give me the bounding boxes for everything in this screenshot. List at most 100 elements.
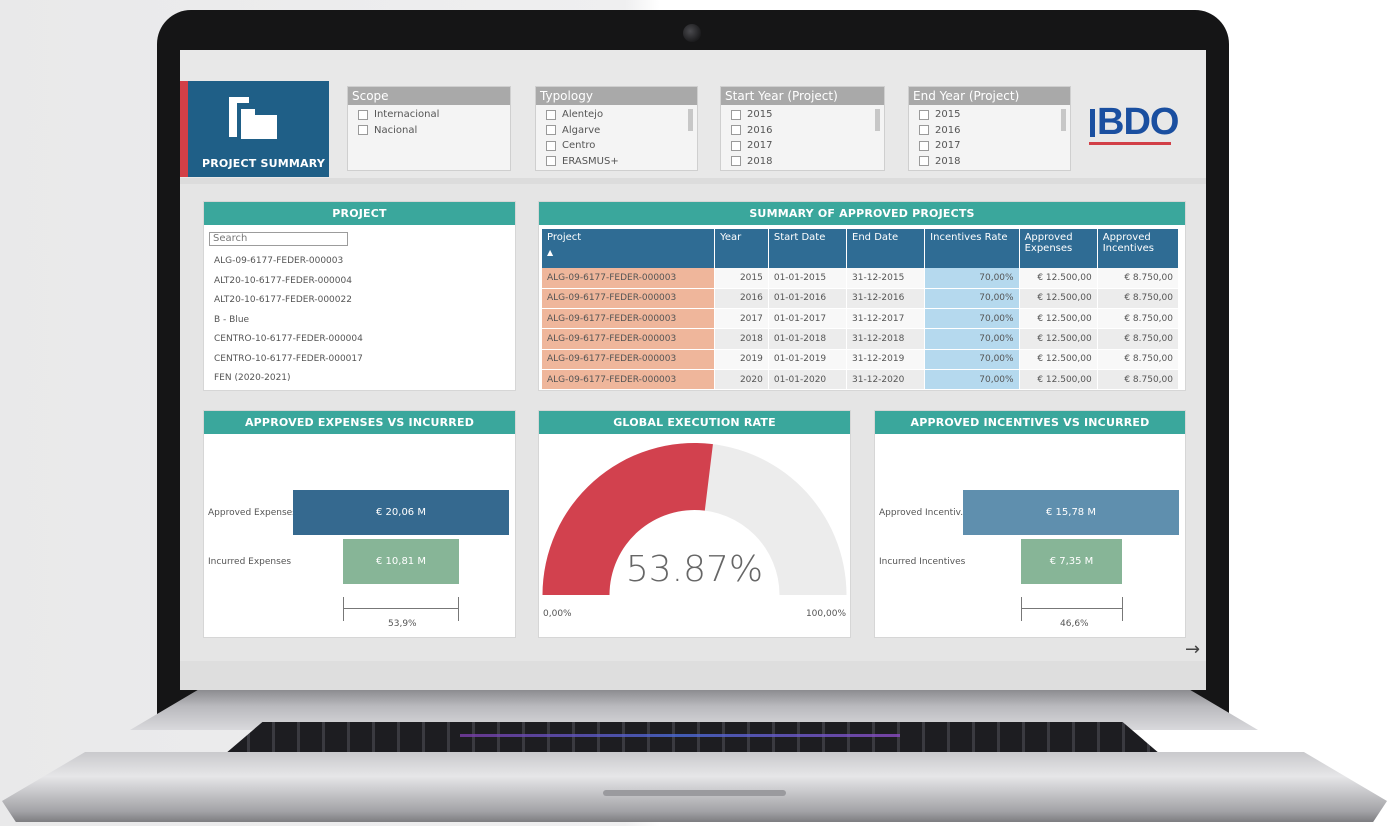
- start-year-filter[interactable]: Start Year (Project) 2015 2016 2017 2018: [720, 86, 885, 171]
- list-item[interactable]: B - Blue: [214, 315, 515, 335]
- table-cell: 2019: [714, 349, 769, 370]
- start-year-option[interactable]: 2018: [731, 154, 884, 170]
- scrollbar[interactable]: [688, 109, 693, 131]
- ratio-bracket: [1021, 597, 1123, 621]
- column-header-year[interactable]: Year: [714, 229, 769, 268]
- start-year-option[interactable]: 2016: [731, 123, 884, 139]
- table-cell: 01-01-2016: [768, 288, 848, 310]
- table-row[interactable]: ALG-09-6177-FEDER-000003 2017 01-01-2017 31…: [542, 308, 1180, 330]
- approved-incentives-bar[interactable]: € 15,78 M: [963, 490, 1179, 535]
- table-cell: ALG-09-6177-FEDER-000003: [542, 328, 716, 350]
- tile-accent-bar: [180, 81, 188, 177]
- ratio-bracket: [343, 597, 459, 621]
- keyboard-backlight: [460, 734, 900, 737]
- end-year-option[interactable]: 2018: [919, 154, 1070, 170]
- typology-option[interactable]: Alentejo: [546, 107, 697, 123]
- checkbox[interactable]: [731, 109, 741, 120]
- scope-option[interactable]: Internacional: [358, 107, 510, 123]
- table-cell: 70,00%: [924, 288, 1020, 310]
- checkbox[interactable]: [919, 125, 929, 136]
- column-header-project[interactable]: Project ▲: [542, 229, 716, 268]
- checkbox[interactable]: [731, 156, 741, 167]
- table-cell: € 8.750,00: [1097, 369, 1180, 390]
- end-year-filter-label: End Year (Project): [909, 87, 1070, 105]
- typology-filter[interactable]: Typology Alentejo Algarve Centro ERASMUS…: [535, 86, 698, 171]
- checkbox[interactable]: [919, 156, 929, 167]
- table-row[interactable]: ALG-09-6177-FEDER-000003 2015 01-01-2015 31…: [542, 268, 1180, 289]
- checkbox[interactable]: [358, 125, 368, 136]
- sort-ascending-icon[interactable]: ▲: [547, 248, 709, 257]
- list-item[interactable]: FEN (2020-2021): [214, 373, 515, 393]
- laptop-base: [2, 752, 1387, 822]
- incurred-incentives-bar[interactable]: € 7,35 M: [1021, 539, 1122, 584]
- scrollbar[interactable]: [1061, 109, 1066, 131]
- end-year-option[interactable]: 2016: [919, 123, 1070, 139]
- table-cell: 31-12-2016: [846, 288, 926, 310]
- column-header-approved-expenses[interactable]: Approved Expenses: [1019, 229, 1098, 268]
- approved-expenses-label: Approved Expenses: [208, 508, 297, 518]
- scrollbar[interactable]: [875, 109, 880, 131]
- checkbox[interactable]: [731, 125, 741, 136]
- end-year-option[interactable]: 2017: [919, 138, 1070, 154]
- column-header-end-date[interactable]: End Date: [846, 229, 926, 268]
- typology-option[interactable]: ERASMUS+: [546, 154, 697, 170]
- checkbox[interactable]: [358, 109, 368, 120]
- expenses-panel: APPROVED EXPENSES VS INCURRED Approved E…: [203, 410, 516, 638]
- table-row[interactable]: ALG-09-6177-FEDER-000003 2016 01-01-2016 31…: [542, 288, 1180, 310]
- start-year-option[interactable]: 2017: [731, 138, 884, 154]
- list-item[interactable]: ALT20-10-6177-FEDER-000022: [214, 295, 515, 315]
- gauge-min-label: 0,00%: [543, 609, 572, 619]
- table-cell: ALG-09-6177-FEDER-000003: [542, 369, 716, 390]
- logo-bar: [1090, 109, 1095, 137]
- gauge-chart: [542, 443, 847, 595]
- table-cell: € 12.500,00: [1019, 268, 1098, 289]
- table-cell: 01-01-2019: [768, 349, 848, 370]
- list-item[interactable]: ALT20-10-6177-FEDER-000004: [214, 276, 515, 296]
- table-cell: € 8.750,00: [1097, 349, 1180, 370]
- table-cell: 2015: [714, 268, 769, 289]
- checkbox[interactable]: [546, 140, 556, 151]
- table-row[interactable]: ALG-09-6177-FEDER-000003 2020 01-01-2020 31…: [542, 369, 1180, 390]
- table-row[interactable]: ALG-09-6177-FEDER-000003 2018 01-01-2018 31…: [542, 328, 1180, 350]
- project-panel-title: PROJECT: [204, 202, 515, 225]
- table-cell: ALG-09-6177-FEDER-000003: [542, 288, 716, 310]
- scope-filter[interactable]: Scope Internacional Nacional: [347, 86, 511, 171]
- checkbox[interactable]: [546, 125, 556, 136]
- checkbox[interactable]: [731, 140, 741, 151]
- column-header-incentives-rate[interactable]: Incentives Rate: [924, 229, 1020, 268]
- list-item[interactable]: CENTRO-10-6177-FEDER-000017: [214, 354, 515, 374]
- column-header-start-date[interactable]: Start Date: [768, 229, 848, 268]
- table-cell: 2017: [714, 308, 769, 330]
- checkbox[interactable]: [919, 140, 929, 151]
- list-item[interactable]: ALG-09-6177-FEDER-000003: [214, 256, 515, 276]
- end-year-filter[interactable]: End Year (Project) 2015 2016 2017 2018: [908, 86, 1071, 171]
- column-header-approved-incentives[interactable]: Approved Incentives: [1097, 229, 1180, 268]
- approved-expenses-bar[interactable]: € 20,06 M: [293, 490, 509, 535]
- expenses-panel-title: APPROVED EXPENSES VS INCURRED: [204, 411, 515, 434]
- list-item[interactable]: CENTRO-10-6177-FEDER-000004: [214, 334, 515, 354]
- search-input[interactable]: Search: [209, 232, 348, 246]
- typology-option[interactable]: Algarve: [546, 123, 697, 139]
- checkbox[interactable]: [919, 109, 929, 120]
- logo-underline: [1089, 142, 1171, 145]
- table-cell: € 8.750,00: [1097, 268, 1180, 289]
- incentives-panel: APPROVED INCENTIVES VS INCURRED Approved…: [874, 410, 1186, 638]
- incurred-expenses-bar[interactable]: € 10,81 M: [343, 539, 459, 584]
- project-summary-tile[interactable]: PROJECT SUMMARY: [180, 81, 329, 177]
- incentives-ratio: 46,6%: [1060, 619, 1089, 629]
- checkbox[interactable]: [546, 156, 556, 167]
- end-year-option[interactable]: 2015: [919, 107, 1070, 123]
- project-panel: PROJECT Search ALG-09-6177-FEDER-000003 …: [203, 201, 516, 391]
- table-cell: € 12.500,00: [1019, 349, 1098, 370]
- checkbox[interactable]: [546, 109, 556, 120]
- scope-option[interactable]: Nacional: [358, 123, 510, 139]
- approved-incentives-label: Approved Incentiv...: [879, 508, 969, 518]
- summary-table: Project ▲ Year Start Date End Date Incent…: [542, 229, 1180, 390]
- table-row[interactable]: ALG-09-6177-FEDER-000003 2019 01-01-2019 31…: [542, 349, 1180, 370]
- table-cell: € 12.500,00: [1019, 288, 1098, 310]
- next-page-arrow-icon[interactable]: →: [1185, 639, 1200, 660]
- scope-filter-label: Scope: [348, 87, 510, 105]
- start-year-option[interactable]: 2015: [731, 107, 884, 123]
- table-cell: € 12.500,00: [1019, 369, 1098, 390]
- typology-option[interactable]: Centro: [546, 138, 697, 154]
